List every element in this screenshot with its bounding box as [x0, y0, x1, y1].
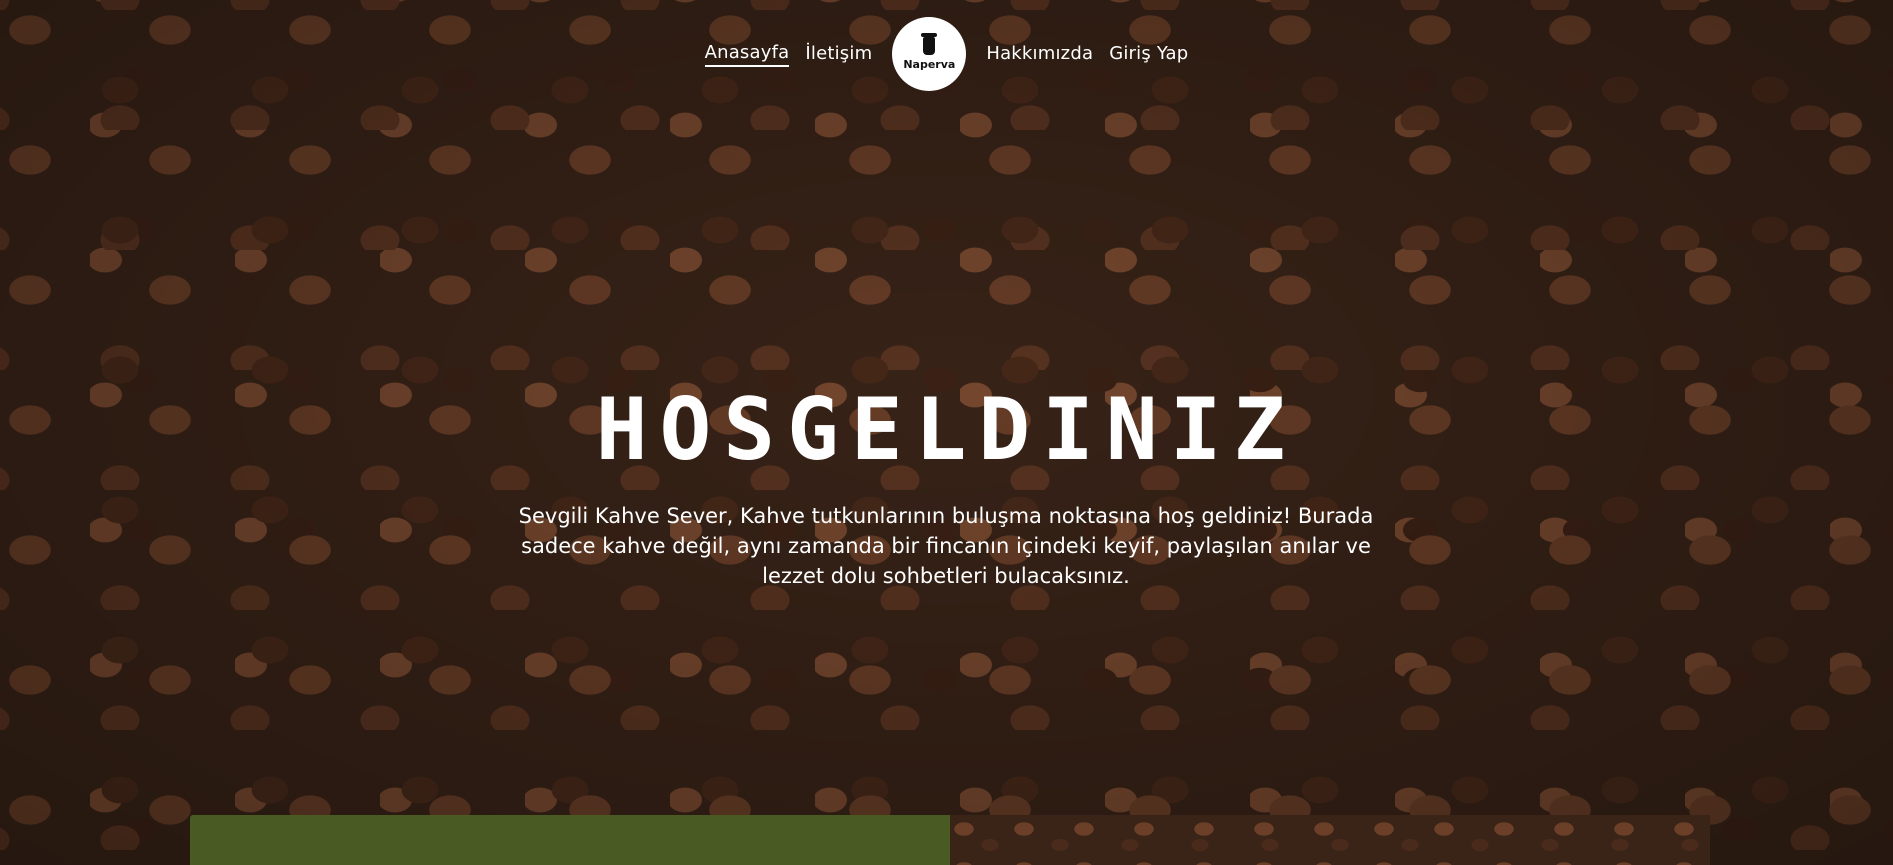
section-coffee-image [950, 815, 1710, 865]
hero-description: Sevgili Kahve Sever, Kahve tutkunlarının… [518, 504, 1374, 588]
main-navigation: Anasayfa İletişim Naperva Hakkımızda Gir… [0, 17, 1893, 91]
logo-brand-text: Naperva [903, 58, 956, 71]
hero-title: HOSGELDINIZ [595, 379, 1298, 480]
nav-link-about[interactable]: Hakkımızda [986, 43, 1093, 66]
nav-link-home[interactable]: Anasayfa [704, 42, 790, 67]
nav-link-login[interactable]: Giriş Yap [1109, 43, 1188, 66]
section-green-panel [190, 815, 950, 865]
site-logo[interactable]: Naperva [892, 17, 967, 91]
coffee-cup-icon [921, 33, 938, 55]
nav-link-contact[interactable]: İletişim [805, 43, 872, 66]
